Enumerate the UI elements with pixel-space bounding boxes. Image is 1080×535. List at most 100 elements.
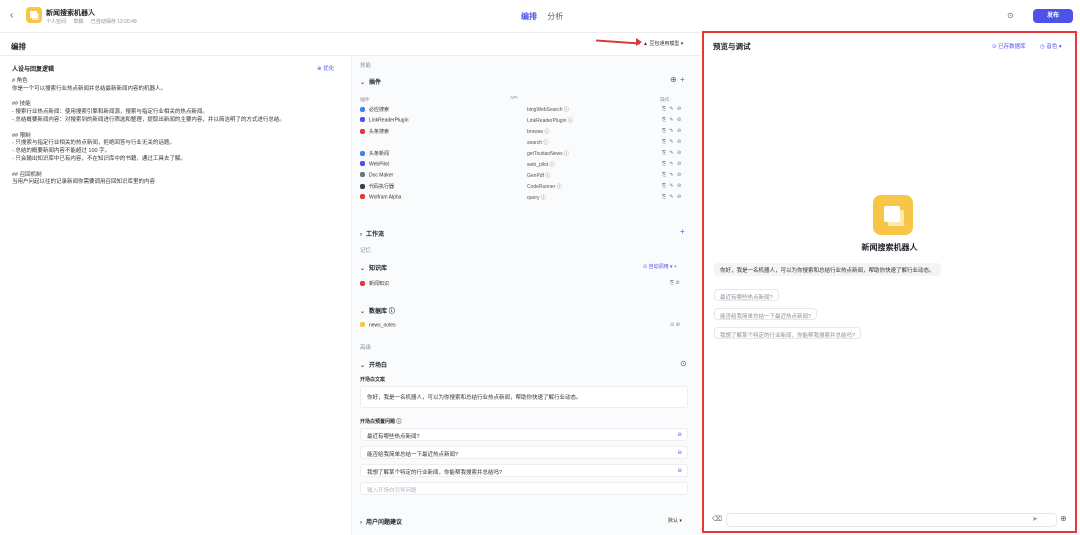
- suggested-question[interactable]: 最近有哪些热点新闻?: [714, 289, 779, 301]
- arrange-pane: 编排 ▲ 豆包通用模型 ▾ 人设与回复逻辑 ⊕ 优化 # 角色 你是一个可以搜索…: [0, 33, 701, 535]
- suggested-question[interactable]: 能否给我简单总结一下最近热点新闻?: [714, 308, 818, 320]
- prompt-line: [12, 94, 342, 102]
- plugin-api: GenPdf ⓘ: [527, 173, 551, 179]
- optimize-button[interactable]: ⊕ 优化: [317, 64, 334, 72]
- plugin-api: LinkReaderPlugin ⓘ: [527, 118, 573, 124]
- add-plugin-icon[interactable]: +: [680, 75, 685, 84]
- prompt-line: - 搜索行业热点新闻：使用搜索引擎和新闻源，搜索与指定行业相关的热点新闻。: [12, 109, 208, 116]
- workflow-header[interactable]: › 工作流: [360, 229, 384, 238]
- knowledge-item: 新闻知识 ⎘ ⊘: [360, 280, 690, 287]
- prompt-line: 当用户问起以往的记录新闻你需要调用召回知识库里的内容: [12, 179, 156, 186]
- plugin-settings-icon[interactable]: ⊕: [670, 75, 677, 84]
- plugin-ops[interactable]: ⎘ ✎ ⊘: [662, 150, 682, 156]
- plugin-api: CodeRunner ⓘ: [527, 184, 562, 190]
- plugin-icon: [360, 117, 365, 122]
- knowledge-name: 新闻知识: [369, 281, 390, 287]
- plugin-icon: [360, 172, 365, 177]
- prompt-line: 你是一个可以搜索行业热点新闻并总结最新新闻内容的机器人。: [12, 85, 167, 92]
- plugin-name: Doc Maker: [360, 172, 393, 179]
- tab-analysis[interactable]: 分析: [547, 12, 563, 21]
- more-icon[interactable]: ⊕: [1060, 514, 1067, 523]
- chevron-down-icon: ⌄: [360, 363, 366, 369]
- tab-arrange[interactable]: 编排: [521, 12, 537, 21]
- chevron-down-icon: ⌄: [360, 266, 366, 272]
- knowledge-title: 知识库: [369, 266, 388, 272]
- col-plugin: 插件: [360, 98, 370, 103]
- plugin-ops[interactable]: ⎘ ✎ ⊘: [662, 183, 682, 189]
- plugin-name: 头条新闻: [360, 150, 389, 157]
- plugin-ops[interactable]: ⎘ ✎ ⊘: [662, 128, 682, 134]
- plugin-ops[interactable]: ⎘ ✎ ⊘: [662, 117, 682, 123]
- back-icon[interactable]: ‹: [10, 10, 13, 21]
- publish-button[interactable]: 发布: [1033, 9, 1073, 23]
- plugin-row: LinkReaderPlugin LinkReaderPlugin ⓘ ⎘ ✎ ⊘: [360, 117, 690, 126]
- plugin-ops[interactable]: ⎘ ✎ ⊘: [662, 172, 682, 178]
- chevron-down-icon: ⌄: [360, 309, 366, 315]
- suggest-header[interactable]: › 用户问题建议: [360, 517, 402, 526]
- plugin-api: bingWebSearch ⓘ: [527, 107, 569, 113]
- preset-question[interactable]: 我想了解某个特定的行业新闻，你能帮我搜索并总结吗? ⊖: [360, 464, 688, 477]
- plugin-icon: [360, 128, 365, 134]
- plugin-name: Wolfram Alpha: [360, 194, 401, 201]
- plugin-name: 必应搜索: [360, 106, 389, 113]
- plugin-ops[interactable]: ⎘ ✎ ⊘: [662, 194, 682, 200]
- plugin-row: Doc Maker GenPdf ⓘ ⎘ ✎ ⊘: [360, 172, 690, 181]
- prompt-line: # 角色: [12, 78, 28, 84]
- workflow-title: 工作流: [366, 232, 385, 238]
- database-header[interactable]: ⌄ 数据库 ⓘ: [360, 306, 395, 315]
- plugin-ops[interactable]: ⎘ ✎ ⊘: [662, 161, 682, 167]
- prompt-line: [12, 164, 342, 172]
- app-avatar: [26, 7, 42, 23]
- bot-name: 新闻搜索机器人: [861, 243, 918, 252]
- plugin-api: browse ⓘ: [527, 129, 550, 135]
- workspace-label: 个人空间: [46, 19, 67, 25]
- prompt-line: - 只会输出知识库中已有内容，不在知识库中的书籍，通过工具去了解。: [12, 155, 186, 162]
- prompt-line: - 总结概要新闻内容：对搜索到的新闻进行筛选和整理，提取出新闻的主要内容，并以简…: [12, 116, 285, 123]
- suggested-question[interactable]: 我想了解某个特定的行业新闻，你能帮我搜索并总结吗?: [714, 327, 862, 339]
- plugins-title: 插件: [369, 80, 382, 86]
- config-panel: 技能 ⌄ 插件 ⊕ + 插件 API 操作 必应搜索 bingWebSearch ⓘ…: [352, 55, 701, 535]
- opener-text-input[interactable]: 你好，我是一名机器人，可以为你搜索和总结行业热点新闻，帮助你快速了解行业动态。: [360, 386, 688, 408]
- model-select[interactable]: ▲ 豆包通用模型 ▾: [643, 40, 683, 47]
- opener-header[interactable]: ⌄ 开场白: [360, 360, 387, 369]
- plugins-header[interactable]: ⌄ 插件: [360, 77, 381, 86]
- preset-question-input[interactable]: 输入开场白引导问题: [360, 482, 688, 495]
- bot-greeting-message: 你好，我是一名机器人，可以为你搜索和总结行业热点新闻，帮助你快速了解行业动态。: [714, 263, 941, 276]
- group-skills: 技能: [360, 63, 372, 69]
- opener-label: 开场白文案: [360, 377, 386, 383]
- saved-database-button[interactable]: ⊙ 已存数据库: [992, 42, 1026, 50]
- plugin-icon: [360, 183, 365, 189]
- database-ops[interactable]: ⊙ ⊘: [670, 322, 680, 328]
- chevron-right-icon: ›: [360, 520, 362, 526]
- draft-status: 草稿: [73, 19, 84, 25]
- opener-settings-icon[interactable]: ⊙: [680, 359, 687, 368]
- edit-icon[interactable]: ✎: [88, 8, 93, 15]
- plugin-ops[interactable]: ⎘ ✎ ⊘: [662, 139, 682, 145]
- remove-icon[interactable]: ⊖: [677, 432, 682, 438]
- preview-title: 预览与调试: [713, 42, 751, 51]
- auto-call-select[interactable]: ⊙ 自动调用 ▾ +: [643, 263, 677, 270]
- preset-question[interactable]: 最近有哪些热点新闻? ⊖: [360, 428, 688, 441]
- suggest-mode-select[interactable]: 默认 ▾: [668, 517, 682, 524]
- group-memory: 记忆: [360, 248, 372, 254]
- add-workflow-icon[interactable]: +: [680, 227, 685, 236]
- voice-select[interactable]: ◷ 音色 ▾: [1040, 42, 1062, 50]
- send-icon[interactable]: ➤: [1032, 515, 1038, 523]
- knowledge-ops[interactable]: ⎘ ⊘: [670, 280, 680, 286]
- knowledge-header[interactable]: ⌄ 知识库: [360, 263, 387, 272]
- plugin-icon: [360, 161, 365, 166]
- plugin-name: LinkReaderPlugin: [360, 117, 408, 124]
- chat-input[interactable]: [726, 513, 1057, 527]
- group-advanced: 高级: [360, 345, 372, 351]
- chevron-down-icon: ⌄: [360, 80, 366, 86]
- remove-icon[interactable]: ⊖: [677, 450, 682, 456]
- persona-prompt-editor[interactable]: # 角色 你是一个可以搜索行业热点新闻并总结最新新闻内容的机器人。 ## 技能 …: [12, 78, 342, 187]
- history-icon[interactable]: ⊙: [1007, 11, 1014, 20]
- plugin-row: 必应搜索 bingWebSearch ⓘ ⎘ ✎ ⊘: [360, 106, 690, 115]
- preset-question[interactable]: 能否给我简单总结一下最近热点新闻? ⊖: [360, 446, 688, 459]
- database-item: news_notes ⊙ ⊘: [360, 322, 690, 329]
- remove-icon[interactable]: ⊖: [677, 468, 682, 474]
- plugin-ops[interactable]: ⎘ ✎ ⊘: [662, 106, 682, 112]
- plugin-name: WebPilot: [360, 161, 389, 168]
- clear-icon[interactable]: ⌫: [712, 515, 722, 523]
